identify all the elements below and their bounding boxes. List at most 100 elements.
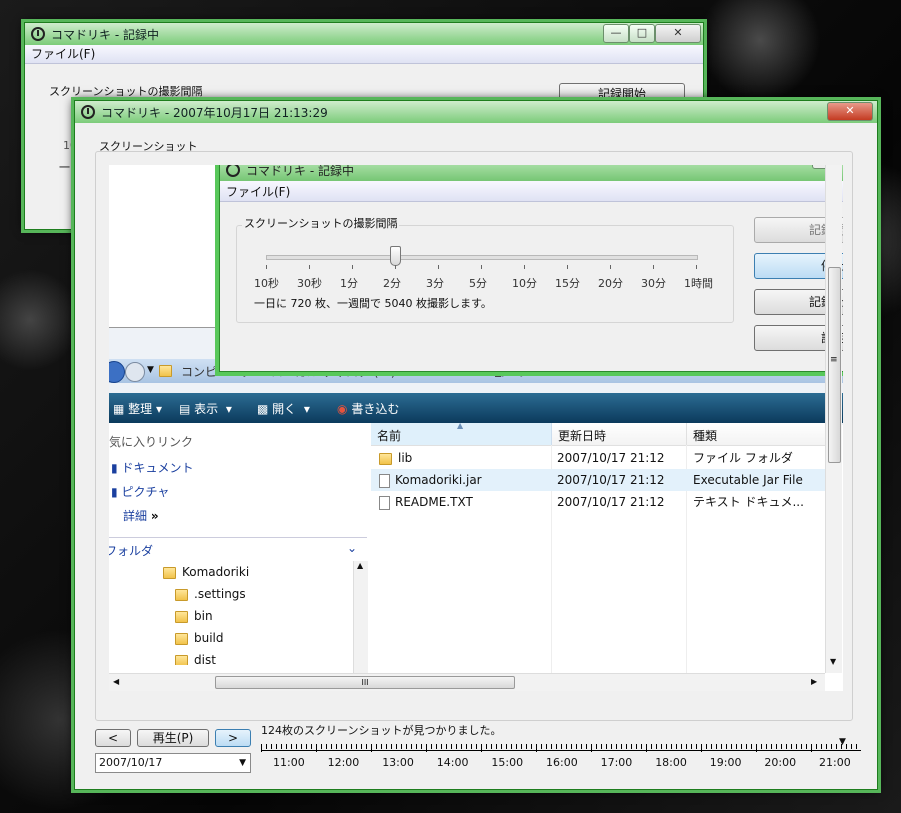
timeline-tick (271, 744, 272, 749)
organize-button[interactable]: ▦ 整理 ▾ (113, 400, 162, 417)
scroll-down-icon[interactable]: ▼ (830, 657, 836, 666)
menu-file[interactable]: ファイル(F) (31, 47, 95, 61)
slider-tick-mark (567, 265, 568, 269)
chevron-down-icon[interactable]: ▼ (147, 365, 154, 375)
timeline-tick (481, 744, 482, 752)
minimize-button[interactable]: — (603, 24, 629, 43)
tree-item[interactable]: Komadoriki (163, 561, 249, 583)
timeline-tick (711, 744, 712, 749)
more-link[interactable]: 詳細 » (123, 507, 159, 524)
timeline-tick (731, 744, 732, 749)
timeline-tick (376, 744, 377, 749)
scroll-left-icon[interactable]: ◀ (113, 677, 119, 686)
maximize-button[interactable]: □ (629, 24, 655, 43)
timeline-tick (781, 744, 782, 749)
timeline-tick (606, 744, 607, 749)
timeline-tick (706, 744, 707, 749)
slider-tick-label: 30分 (641, 277, 666, 290)
viewer-vscrollbar[interactable]: ≡ ▼ (825, 165, 842, 673)
timeline-tick (336, 744, 337, 749)
timeline-tick (496, 744, 497, 749)
hscroll-thumb[interactable]: III (215, 676, 515, 689)
table-row[interactable]: Komadoriki.jar 2007/10/17 21:12 Executab… (371, 469, 829, 491)
play-button[interactable]: 再生(P) (137, 729, 209, 747)
slider-tick-label: 5分 (469, 277, 487, 290)
tree-scrollbar[interactable]: ▲ (353, 561, 368, 673)
tree-item[interactable]: build (175, 627, 224, 649)
open-button[interactable]: ▩ 開く ▾ (257, 400, 310, 417)
timeline-tick (796, 744, 797, 749)
table-row[interactable]: README.TXT 2007/10/17 21:12 テキスト ドキュメ... (371, 491, 829, 513)
burn-button[interactable]: ◉ 書き込む (337, 400, 399, 417)
folders-header[interactable]: フォルダ ⌄ (109, 537, 367, 560)
timeline-tick (611, 744, 612, 749)
timeline-tick (746, 744, 747, 749)
tree-item[interactable]: bin (175, 605, 213, 627)
back-window-title: コマドリキ - 記録中 (51, 27, 159, 42)
inner-title: コマドリキ - 記録中 (246, 165, 354, 178)
slider-tick-label: 1時間 (684, 277, 713, 290)
close-button[interactable]: ✕ (827, 102, 873, 121)
timeline-hour-label: 12:00 (327, 756, 360, 769)
timeline-tick (766, 744, 767, 749)
main-window-titlebar[interactable]: コマドリキ - 2007年10月17日 21:13:29 ✕ (75, 101, 877, 123)
scroll-thumb[interactable] (828, 267, 841, 463)
timeline-tick (356, 744, 357, 749)
timeline-tick (396, 744, 397, 749)
timeline-tick (631, 744, 632, 749)
prev-button[interactable]: < (95, 729, 131, 747)
timeline-tick (741, 744, 742, 749)
timeline-tick (651, 744, 652, 749)
date-select[interactable]: 2007/10/17 ▼ (95, 753, 251, 773)
scroll-up-icon[interactable]: ▲ (357, 561, 363, 570)
timeline-tick (471, 744, 472, 749)
timeline-tick (301, 744, 302, 749)
folder-icon (163, 566, 176, 579)
favorite-pictures[interactable]: ▮ ピクチャ (111, 483, 169, 500)
timeline-tick (451, 744, 452, 749)
timeline-tick (401, 744, 402, 749)
timeline[interactable]: ▼ 11:00 12:00 13:00 14:00 15:00 16:00 17:00 18:… (261, 737, 861, 774)
slider-thumb[interactable] (390, 246, 401, 266)
column-type[interactable]: 種類 (687, 423, 829, 445)
app-logo-icon (226, 165, 240, 177)
inner-titlebar[interactable]: コマドリキ - 記録中 (220, 165, 843, 181)
table-row[interactable]: lib 2007/10/17 21:12 ファイル フォルダ (371, 447, 829, 469)
timeline-tick (751, 744, 752, 749)
main-window: コマドリキ - 2007年10月17日 21:13:29 ✕ スクリーンショット… (74, 100, 878, 790)
forward-nav-icon[interactable] (125, 362, 145, 382)
view-icon: ▤ (179, 402, 191, 416)
column-name[interactable]: 名前 ▲ (371, 421, 552, 445)
timeline-tick (561, 744, 562, 749)
scroll-right-icon[interactable]: ▶ (811, 677, 817, 686)
slider-tick-mark (524, 265, 525, 269)
back-nav-icon[interactable] (109, 361, 125, 383)
timeline-tick (811, 744, 812, 752)
viewer-hscrollbar[interactable]: ◀ III ▶ (109, 673, 825, 691)
back-window-titlebar[interactable]: コマドリキ - 記録中 — □ ✕ (25, 23, 703, 45)
timeline-tick (406, 744, 407, 749)
menu-file[interactable]: ファイル(F) (226, 183, 290, 200)
timeline-tick (641, 744, 642, 749)
tree-item[interactable]: dist (175, 649, 216, 665)
next-button[interactable]: > (215, 729, 251, 747)
timeline-tick (656, 744, 657, 749)
timeline-hour-label: 18:00 (655, 756, 687, 769)
timeline-tick (856, 744, 857, 749)
column-date[interactable]: 更新日時 (552, 423, 687, 445)
close-button[interactable]: ✕ (655, 24, 701, 43)
timeline-hour-label: 19:00 (709, 756, 742, 769)
favorite-documents[interactable]: ▮ ドキュメント (111, 459, 193, 476)
tree-item[interactable]: .settings (175, 583, 246, 605)
chevron-double-icon: » (150, 509, 159, 523)
timeline-tick (291, 744, 292, 749)
interval-slider[interactable] (266, 245, 702, 269)
timeline-tick (761, 744, 762, 749)
explorer-toolbar: ▦ 整理 ▾ ▤ 表示 ▾ ▩ 開く ▾ ◉ 書き込む (109, 393, 843, 423)
open-icon: ▩ (257, 402, 269, 416)
slider-tick-mark (438, 265, 439, 269)
timeline-marker-icon[interactable]: ▼ (839, 737, 846, 747)
view-button[interactable]: ▤ 表示 ▾ (179, 400, 232, 417)
timeline-tick (806, 744, 807, 749)
folder-icon (175, 610, 188, 623)
